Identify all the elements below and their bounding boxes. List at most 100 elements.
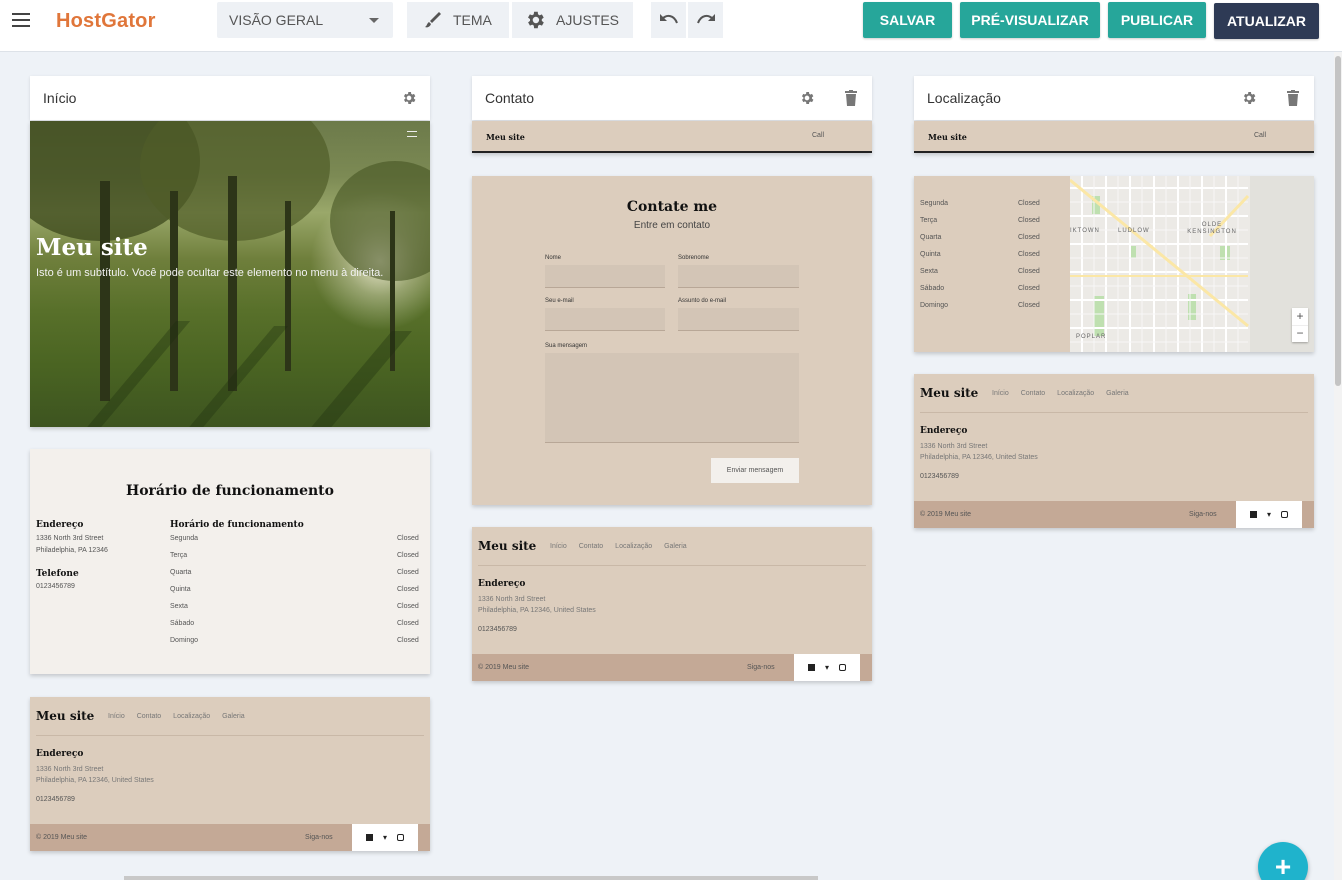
- location-section[interactable]: Segunda Terça Quarta Quinta Sexta Sábado…: [914, 176, 1314, 352]
- scrollbar-thumb[interactable]: [1335, 56, 1341, 386]
- preview-button[interactable]: PRÉ-VISUALIZAR: [960, 2, 1100, 38]
- footer-section[interactable]: Meu site Início Contato Localização Gale…: [472, 527, 872, 681]
- nav-link[interactable]: Contato: [579, 543, 604, 550]
- hours-day: Domingo: [170, 637, 199, 644]
- page-title: Início: [43, 90, 77, 106]
- settings-button[interactable]: AJUSTES: [512, 2, 633, 38]
- header-section[interactable]: Meu site Call: [914, 121, 1314, 153]
- address-line1: 1336 North 3rd Street: [36, 535, 104, 542]
- vertical-scrollbar[interactable]: [1334, 52, 1342, 880]
- brush-icon: [425, 12, 441, 28]
- message-field[interactable]: [545, 353, 799, 443]
- hours-status: Closed: [397, 603, 419, 610]
- map-label: OLDE KENSINGTON: [1187, 222, 1237, 235]
- footer-section[interactable]: Meu site Início Contato Localização Gale…: [30, 697, 430, 851]
- nav-link[interactable]: Início: [108, 713, 125, 720]
- update-button[interactable]: ATUALIZAR: [1214, 3, 1319, 39]
- hours-subheading: Horário de funcionamento: [170, 520, 304, 530]
- send-message-button[interactable]: Enviar mensagem: [711, 458, 799, 483]
- gear-icon[interactable]: [1241, 90, 1257, 106]
- chevron-down-icon: [369, 18, 379, 23]
- nav-link[interactable]: Contato: [137, 713, 162, 720]
- instagram-icon[interactable]: [397, 834, 404, 841]
- hours-status: Closed: [1018, 285, 1040, 292]
- view-select-value: VISÃO GERAL: [229, 12, 324, 28]
- instagram-icon[interactable]: [1281, 511, 1288, 518]
- hours-section[interactable]: Horário de funcionamento Endereço 1336 N…: [30, 449, 430, 674]
- instagram-icon[interactable]: [839, 664, 846, 671]
- map[interactable]: IKTOWN LUDLOW OLDE KENSINGTON POPLAR + −: [1070, 176, 1314, 352]
- hero-menu-icon[interactable]: [407, 131, 417, 137]
- hero-subtitle: Isto é um subtítulo. Você pode ocultar e…: [36, 267, 384, 279]
- facebook-icon[interactable]: [807, 664, 815, 671]
- hours-status: Closed: [397, 586, 419, 593]
- address-line1: 1336 North 3rd Street: [478, 596, 546, 603]
- hostgator-logo[interactable]: HostGator: [56, 10, 156, 33]
- nav-link[interactable]: Galeria: [222, 713, 245, 720]
- header-section[interactable]: Meu site Call: [472, 121, 872, 153]
- contact-subtitle: Entre em contato: [633, 220, 711, 231]
- twitter-icon[interactable]: ▾: [383, 833, 387, 842]
- zoom-out-button[interactable]: −: [1292, 325, 1308, 342]
- first-name-field[interactable]: [545, 265, 665, 288]
- map-label: LUDLOW: [1118, 228, 1150, 234]
- phone-value: 0123456789: [478, 626, 517, 633]
- nav-link[interactable]: Localização: [173, 713, 210, 720]
- last-name-label: Sobrenome: [678, 255, 710, 261]
- zoom-in-button[interactable]: +: [1292, 308, 1308, 325]
- nav-link[interactable]: Localização: [615, 543, 652, 550]
- facebook-icon[interactable]: [1249, 511, 1257, 518]
- horizontal-scrollbar[interactable]: [124, 876, 818, 880]
- social-links: ▾: [794, 654, 860, 681]
- first-name-label: Nome: [545, 255, 562, 261]
- page-card-header-inicio[interactable]: Início: [30, 76, 430, 120]
- social-links: ▾: [352, 824, 418, 851]
- last-name-field[interactable]: [678, 265, 799, 288]
- phone-heading: Telefone: [36, 569, 79, 579]
- call-link[interactable]: Call: [812, 132, 824, 139]
- address-heading: Endereço: [36, 749, 84, 759]
- hours-day: Quinta: [920, 251, 941, 258]
- facebook-icon[interactable]: [365, 834, 373, 841]
- trash-icon[interactable]: [1286, 90, 1300, 106]
- redo-button[interactable]: [688, 2, 723, 38]
- view-select[interactable]: VISÃO GERAL: [217, 2, 393, 38]
- subject-field[interactable]: [678, 308, 799, 331]
- nav-link[interactable]: Galeria: [1106, 390, 1129, 397]
- nav-link[interactable]: Início: [550, 543, 567, 550]
- nav-link[interactable]: Início: [992, 390, 1009, 397]
- hours-status: Closed: [397, 552, 419, 559]
- nav-link[interactable]: Localização: [1057, 390, 1094, 397]
- trash-icon[interactable]: [844, 90, 858, 106]
- address-line1: 1336 North 3rd Street: [920, 443, 988, 450]
- page-card-header-localizacao[interactable]: Localização: [914, 76, 1314, 120]
- address-line1: 1336 North 3rd Street: [36, 766, 104, 773]
- call-link[interactable]: Call: [1254, 132, 1266, 139]
- email-field[interactable]: [545, 308, 665, 331]
- save-button[interactable]: SALVAR: [863, 2, 952, 38]
- undo-button[interactable]: [651, 2, 686, 38]
- hours-day: Sexta: [920, 268, 938, 275]
- footer-section[interactable]: Meu site Início Contato Localização Gale…: [914, 374, 1314, 528]
- nav-link[interactable]: Galeria: [664, 543, 687, 550]
- footer-bar: © 2019 Meu site Siga-nos ▾: [30, 824, 430, 851]
- divider: [920, 412, 1308, 413]
- gear-icon[interactable]: [401, 90, 417, 106]
- nav-link[interactable]: Contato: [1021, 390, 1046, 397]
- menu-icon[interactable]: [12, 12, 30, 28]
- add-page-button[interactable]: +: [1258, 842, 1308, 880]
- page-card-header-contato[interactable]: Contato: [472, 76, 872, 120]
- map-streets: [1070, 176, 1314, 352]
- hours-status: Closed: [1018, 217, 1040, 224]
- gear-icon[interactable]: [799, 90, 815, 106]
- hours-day: Quarta: [170, 569, 192, 576]
- footer-bar: © 2019 Meu site Siga-nos ▾: [472, 654, 872, 681]
- hero-section[interactable]: Meu site Isto é um subtítulo. Você pode …: [30, 121, 430, 427]
- twitter-icon[interactable]: ▾: [825, 663, 829, 672]
- twitter-icon[interactable]: ▾: [1267, 510, 1271, 519]
- contact-form-section[interactable]: Contate me Entre em contato Nome Sobreno…: [472, 176, 872, 505]
- divider: [478, 565, 866, 566]
- publish-button[interactable]: PUBLICAR: [1108, 2, 1206, 38]
- theme-button[interactable]: TEMA: [407, 2, 509, 38]
- phone-value: 0123456789: [36, 796, 75, 803]
